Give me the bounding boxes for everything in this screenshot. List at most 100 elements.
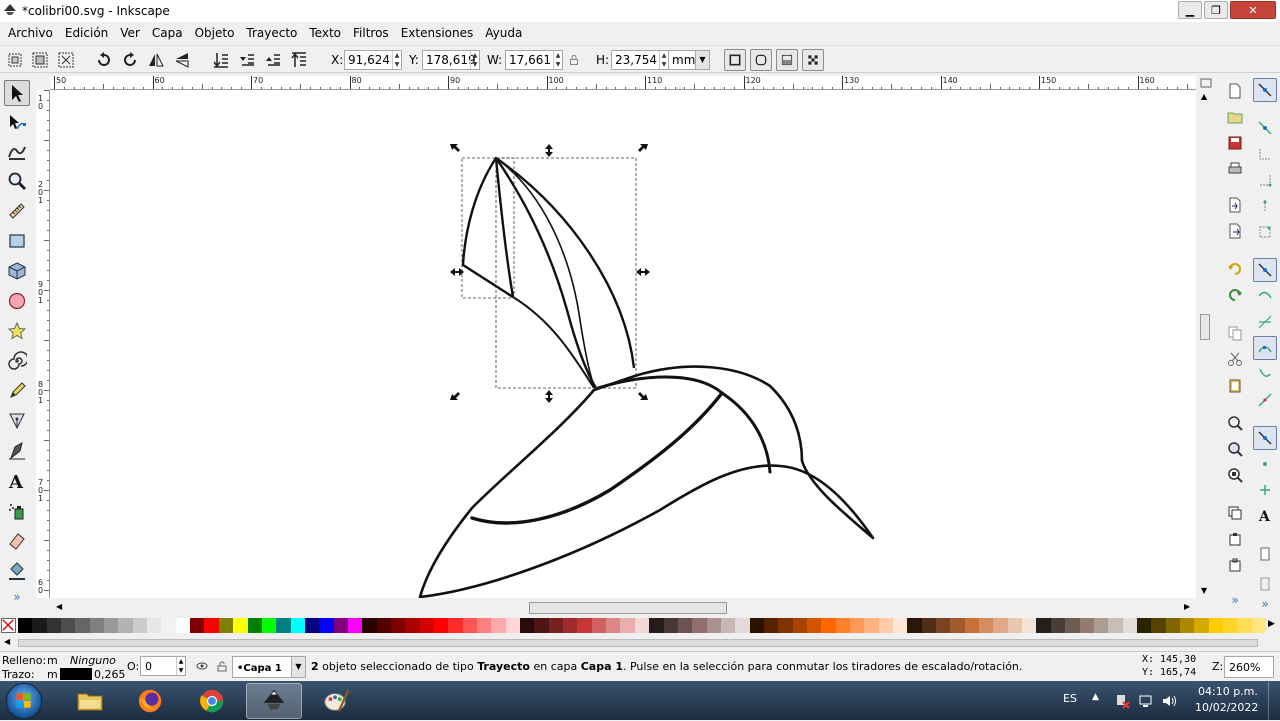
layer-lock-button[interactable] (216, 660, 228, 672)
color-swatch[interactable] (448, 618, 464, 633)
show-hidden-icons-button[interactable]: ▲ (1092, 692, 1099, 702)
more-tools-button[interactable]: » (4, 588, 30, 606)
vertical-scroll-thumb[interactable] (1200, 314, 1210, 340)
color-swatch[interactable] (692, 618, 708, 633)
tweak-tool[interactable] (4, 138, 30, 164)
zoom-page-button[interactable] (1224, 464, 1246, 486)
palette-scroll-left-arrow[interactable]: ◀ (4, 637, 10, 646)
color-swatch[interactable] (46, 618, 62, 633)
scroll-up-arrow[interactable]: ▲ (1201, 92, 1207, 101)
color-swatch[interactable] (161, 618, 177, 633)
color-swatch[interactable] (1093, 618, 1109, 633)
color-swatch[interactable] (620, 618, 636, 633)
palette-scroll-right[interactable]: ▶ (1268, 619, 1275, 629)
color-swatch[interactable] (850, 618, 865, 633)
zoom-drawing-button[interactable] (1224, 438, 1246, 460)
transform-gradients-toggle[interactable] (776, 49, 798, 71)
scroll-down-arrow[interactable]: ▼ (1201, 586, 1207, 595)
color-swatch[interactable] (1151, 618, 1167, 633)
snap-rotation-centers-button[interactable] (1253, 478, 1277, 502)
volume-icon[interactable] (1161, 693, 1177, 709)
color-swatch[interactable] (936, 618, 951, 633)
eraser-tool[interactable] (4, 528, 30, 554)
snap-text-baseline-button[interactable]: A (1253, 504, 1277, 528)
color-swatch[interactable] (32, 618, 48, 633)
unit-select[interactable]: mm ▼ (668, 50, 710, 70)
open-button[interactable] (1224, 106, 1246, 128)
color-swatch[interactable] (18, 618, 33, 633)
w-spin-arrows[interactable]: ▲ ▼ (553, 51, 562, 69)
color-swatch[interactable] (950, 618, 966, 633)
color-swatch[interactable] (1222, 618, 1238, 633)
stroke-color-swatch[interactable] (60, 668, 92, 680)
x-spin-arrows[interactable]: ▲ ▼ (392, 51, 401, 69)
color-swatch[interactable] (1108, 618, 1124, 633)
language-indicator[interactable]: ES (1063, 692, 1077, 705)
cut-button[interactable] (1224, 348, 1246, 370)
spray-tool[interactable] (4, 498, 30, 524)
snap-page-border-button[interactable] (1253, 542, 1277, 566)
color-swatch[interactable] (1050, 618, 1066, 633)
show-desktop-button[interactable] (1268, 681, 1280, 720)
color-swatch[interactable] (749, 618, 765, 633)
snap-others-toggle[interactable] (1253, 426, 1277, 450)
export-button[interactable] (1224, 220, 1246, 242)
color-swatch[interactable] (104, 618, 119, 633)
scroll-left-arrow[interactable]: ◀ (56, 602, 62, 611)
color-swatch[interactable] (491, 618, 507, 633)
color-swatch[interactable] (907, 618, 923, 633)
color-swatch[interactable] (1065, 618, 1081, 633)
menu-filtros[interactable]: Filtros (347, 26, 395, 40)
color-swatch[interactable] (878, 618, 894, 633)
layer-visibility-button[interactable] (196, 660, 208, 672)
color-swatch[interactable] (864, 618, 880, 633)
y-input[interactable]: 178,619 ▲ ▼ (422, 50, 480, 70)
color-swatch[interactable] (1165, 618, 1181, 633)
drawing-canvas[interactable] (50, 90, 1196, 598)
color-swatch[interactable] (591, 618, 607, 633)
snap-smooth-nodes-button[interactable] (1253, 362, 1277, 386)
color-swatch[interactable] (534, 618, 550, 633)
raise-to-top-button[interactable] (288, 49, 310, 71)
pen-tool[interactable] (4, 408, 30, 434)
menu-ver[interactable]: Ver (114, 26, 146, 40)
ellipse-tool[interactable] (4, 288, 30, 314)
snap-nodes-toggle[interactable] (1253, 258, 1277, 282)
color-swatch[interactable] (434, 618, 449, 633)
color-swatch[interactable] (304, 618, 320, 633)
clock-date[interactable]: 10/02/2022 (1195, 701, 1258, 714)
color-swatch[interactable] (1194, 618, 1210, 633)
lock-proportions-button[interactable] (565, 49, 583, 71)
select-all-layers-button[interactable] (29, 49, 51, 71)
close-button[interactable]: ✕ (1230, 1, 1276, 19)
redo-button[interactable] (1224, 284, 1246, 306)
color-swatch[interactable] (1136, 618, 1152, 633)
color-swatch[interactable] (190, 618, 205, 633)
color-swatch[interactable] (634, 618, 650, 633)
color-swatch[interactable] (276, 618, 292, 633)
duplicate-button[interactable] (1224, 502, 1246, 524)
color-swatch[interactable] (677, 618, 693, 633)
color-swatch[interactable] (563, 618, 578, 633)
menu-ayuda[interactable]: Ayuda (479, 26, 528, 40)
color-swatch[interactable] (663, 618, 679, 633)
import-button[interactable] (1224, 194, 1246, 216)
copy-button[interactable] (1224, 322, 1246, 344)
color-swatch[interactable] (89, 618, 105, 633)
color-swatch[interactable] (548, 618, 564, 633)
x-input[interactable]: 91,624 ▲ ▼ (344, 50, 402, 70)
color-swatch[interactable] (147, 618, 162, 633)
menu-texto[interactable]: Texto (303, 26, 347, 40)
fill-value[interactable]: Ninguno (70, 654, 116, 667)
color-swatch[interactable] (1022, 618, 1037, 633)
color-swatch[interactable] (1237, 618, 1253, 633)
color-swatch[interactable] (706, 618, 722, 633)
menu-trayecto[interactable]: Trayecto (240, 26, 303, 40)
color-swatch[interactable] (806, 618, 822, 633)
palette-scrollbar[interactable]: ◀ (0, 636, 1280, 650)
color-swatch[interactable] (1179, 618, 1195, 633)
color-swatch[interactable] (763, 618, 779, 633)
zoom-selection-button[interactable] (1224, 412, 1246, 434)
color-swatch[interactable] (778, 618, 794, 633)
color-swatch[interactable] (964, 618, 980, 633)
